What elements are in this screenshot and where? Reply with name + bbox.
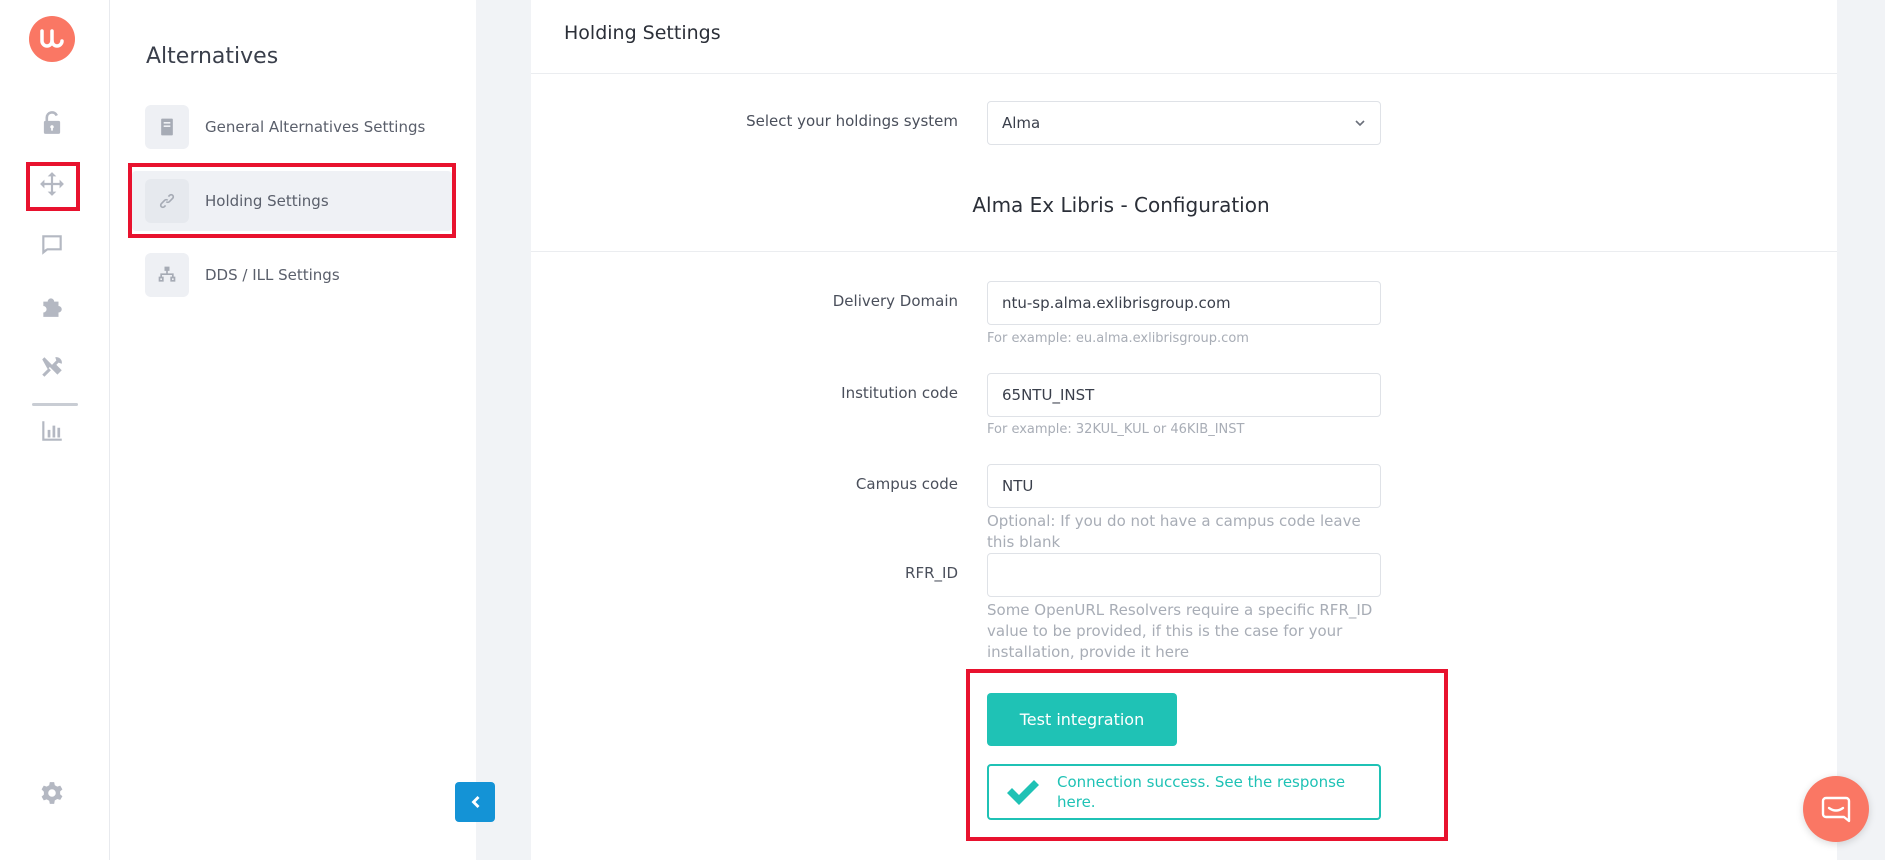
holdings-system-label: Select your holdings system bbox=[746, 112, 958, 130]
sitemap-icon bbox=[145, 253, 189, 297]
gear-icon[interactable] bbox=[30, 771, 74, 815]
icon-rail bbox=[0, 0, 110, 860]
menu-item-label: DDS / ILL Settings bbox=[205, 266, 340, 284]
section-title: Alma Ex Libris - Configuration bbox=[972, 193, 1270, 217]
campus-code-input[interactable]: NTU bbox=[987, 464, 1381, 508]
highlight-box-rail bbox=[26, 162, 80, 211]
delivery-domain-label: Delivery Domain bbox=[832, 292, 958, 310]
delivery-domain-input[interactable]: ntu-sp.alma.exlibrisgroup.com bbox=[987, 281, 1381, 325]
rail-divider bbox=[32, 403, 78, 406]
tools-icon[interactable] bbox=[30, 345, 74, 389]
menu-item-label: General Alternatives Settings bbox=[205, 118, 426, 136]
chat-launcher-button[interactable] bbox=[1803, 776, 1869, 842]
holdings-system-select[interactable]: Alma bbox=[987, 101, 1381, 145]
campus-code-label: Campus code bbox=[855, 475, 958, 493]
rfr-id-input[interactable] bbox=[987, 553, 1381, 597]
chat-icon[interactable] bbox=[30, 223, 74, 267]
campus-code-help: Optional: If you do not have a campus co… bbox=[987, 512, 1361, 551]
institution-code-help: For example: 32KUL_KUL or 46KIB_INST bbox=[987, 422, 1245, 437]
unlock-icon[interactable] bbox=[30, 101, 74, 145]
book-icon bbox=[145, 105, 189, 149]
chat-bubble-icon bbox=[1821, 796, 1851, 823]
divider bbox=[531, 251, 1837, 252]
menu-item-dds-ill-settings[interactable]: DDS / ILL Settings bbox=[132, 245, 452, 305]
divider bbox=[531, 73, 1837, 74]
holdings-system-value: Alma bbox=[1002, 114, 1041, 132]
menu-item-general-alternatives[interactable]: General Alternatives Settings bbox=[132, 97, 452, 157]
highlight-box-menu bbox=[128, 163, 456, 238]
page-title: Holding Settings bbox=[564, 22, 721, 44]
chevron-down-icon bbox=[1355, 120, 1365, 127]
submenu-panel: Alternatives General Alternatives Settin… bbox=[110, 0, 476, 860]
collapse-sidebar-button[interactable] bbox=[455, 782, 495, 822]
rfr-id-label: RFR_ID bbox=[905, 564, 958, 582]
bar-chart-icon[interactable] bbox=[30, 409, 74, 453]
institution-code-label: Institution code bbox=[841, 384, 958, 402]
chevron-left-icon bbox=[471, 796, 480, 808]
holding-settings-card: Holding Settings Select your holdings sy… bbox=[531, 0, 1837, 860]
institution-code-input[interactable]: 65NTU_INST bbox=[987, 373, 1381, 417]
highlight-box-test bbox=[966, 669, 1448, 841]
puzzle-icon[interactable] bbox=[30, 284, 74, 328]
delivery-domain-help: For example: eu.alma.exlibrisgroup.com bbox=[987, 331, 1249, 346]
submenu-title: Alternatives bbox=[146, 44, 279, 69]
rfr-id-help: Some OpenURL Resolvers require a specifi… bbox=[987, 601, 1373, 661]
logo-icon[interactable] bbox=[29, 16, 75, 62]
